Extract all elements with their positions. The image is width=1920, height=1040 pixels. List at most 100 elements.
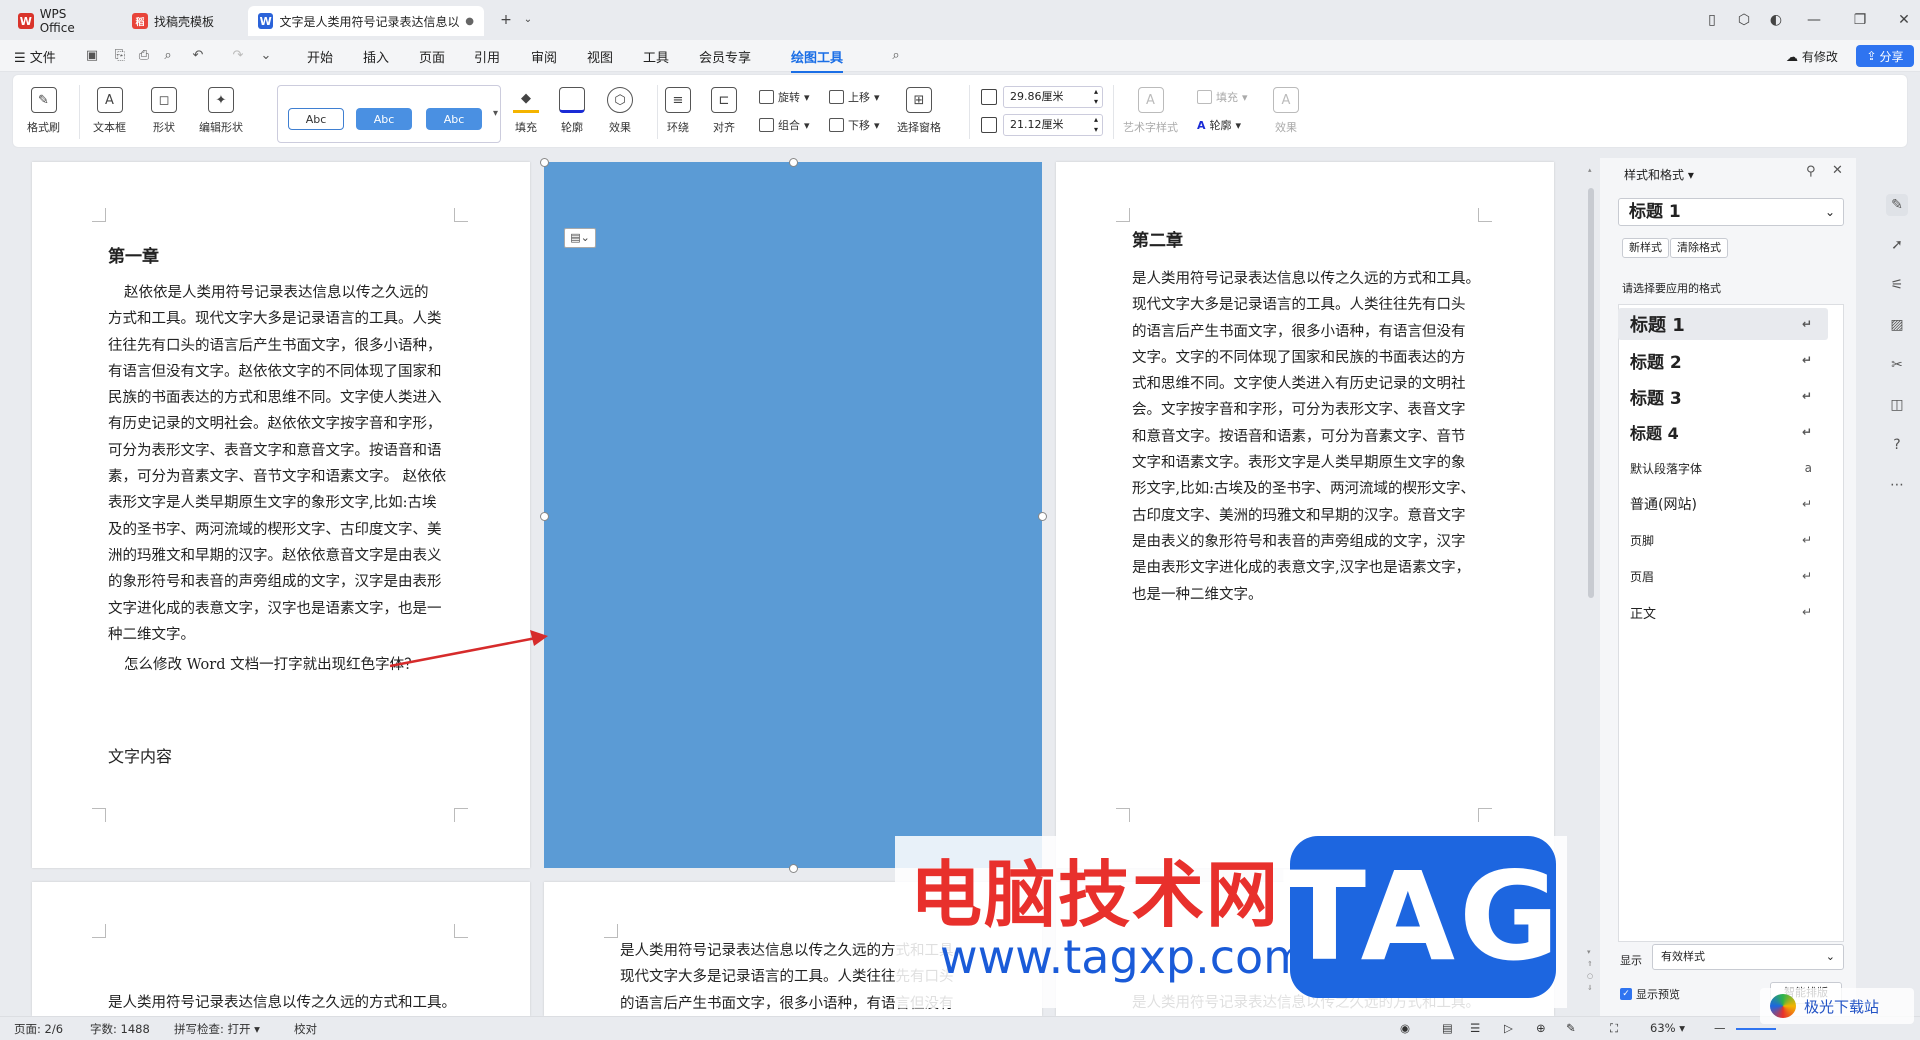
tab-document[interactable]: W 文字是人类用符号记录表达信息以 ● xyxy=(248,6,484,36)
scroll-nav-icons[interactable]: ▾ ⇑ ○ ⇓ xyxy=(1587,946,1593,994)
new-style-button[interactable]: 新样式 xyxy=(1622,238,1669,258)
spell-check-status[interactable]: 拼写检查: 打开 ▾ xyxy=(174,1021,260,1037)
search-icon[interactable]: ⌕ xyxy=(888,48,904,64)
style-item-normal-web[interactable]: 普通(网站) ↵ xyxy=(1618,488,1828,520)
width-stepper-icon[interactable]: ▴ ▾ xyxy=(1094,87,1098,107)
resize-handle[interactable] xyxy=(540,158,549,167)
height-stepper-icon[interactable]: ▴ ▾ xyxy=(1094,115,1098,135)
scrollbar-thumb[interactable] xyxy=(1588,188,1594,598)
zoom-out-icon[interactable]: — xyxy=(1714,1021,1726,1035)
wrap-button[interactable]: ≡ 环绕 xyxy=(665,87,691,135)
style-sample-outline[interactable]: Abc xyxy=(288,108,344,130)
redo-icon[interactable]: ↷ xyxy=(230,48,246,64)
gallery-expand-icon[interactable]: ▾ xyxy=(493,108,498,119)
text-effect-button[interactable]: A 效果 xyxy=(1273,87,1299,135)
panel-title[interactable]: 样式和格式 ▾ xyxy=(1624,166,1694,183)
cube-icon[interactable]: ⬡ xyxy=(1734,10,1754,30)
restore-icon[interactable]: ❐ xyxy=(1850,10,1870,30)
document-page-1[interactable]: 第一章 赵依依是人类用符号记录表达信息以传之久远的 方式和工具。现代文字大多是记… xyxy=(32,162,530,868)
vertical-scrollbar[interactable]: ▴ ▾ ⇑ ○ ⇓ xyxy=(1586,158,1596,1016)
eye-icon[interactable]: ◉ xyxy=(1400,1021,1410,1035)
shape-button[interactable]: ◻ 形状 xyxy=(151,87,177,135)
body-paragraph[interactable]: 是人类用符号记录表达信息以传之久远的方式和工具。 现代文字大多是记录语言的工具。… xyxy=(1132,266,1512,608)
new-tab-icon[interactable]: + xyxy=(496,10,516,30)
zoom-slider[interactable] xyxy=(1736,1028,1776,1030)
page-indicator[interactable]: 页面: 2/6 xyxy=(14,1021,63,1037)
menu-references[interactable]: 引用 xyxy=(474,47,500,66)
tab-list-chevron-icon[interactable]: ⌄ xyxy=(518,10,538,30)
style-item-heading-4[interactable]: 标题 4 ↵ xyxy=(1618,416,1828,448)
close-panel-icon[interactable]: ✕ xyxy=(1832,163,1843,178)
export-icon[interactable]: ⎘ xyxy=(112,48,128,64)
layout-options-icon[interactable]: ▤⌄ xyxy=(564,228,596,248)
menu-member[interactable]: 会员专享 xyxy=(699,47,751,66)
effect-button[interactable]: ⬡ 效果 xyxy=(607,87,633,135)
menu-review[interactable]: 审阅 xyxy=(531,47,557,66)
tab-wps-office[interactable]: W WPS Office xyxy=(8,6,114,36)
text-fill-button[interactable]: 填充 ▾ xyxy=(1197,89,1248,105)
scroll-up-icon[interactable]: ▴ xyxy=(1588,166,1594,174)
resize-handle[interactable] xyxy=(789,158,798,167)
word-count[interactable]: 字数: 1488 xyxy=(90,1021,150,1037)
document-page-4[interactable]: 是人类用符号记录表达信息以传之久远的方式和工具。 xyxy=(32,882,530,1016)
more-quick-icon[interactable]: ⌄ xyxy=(258,48,274,64)
more-icon[interactable]: ⋯ xyxy=(1886,474,1908,496)
pin-icon[interactable]: ⚲ xyxy=(1806,164,1816,179)
chapter-heading[interactable]: 第二章 xyxy=(1132,226,1183,251)
menu-tools[interactable]: 工具 xyxy=(643,47,669,66)
clear-format-button[interactable]: 清除格式 xyxy=(1670,238,1728,258)
fill-button[interactable]: ◆ 填充 xyxy=(513,87,539,135)
print-preview-icon[interactable]: ⌕ xyxy=(160,48,176,64)
resize-handle[interactable] xyxy=(540,512,549,521)
play-icon[interactable]: ▷ xyxy=(1504,1021,1513,1035)
art-text-style-button[interactable]: A 艺术字样式 xyxy=(1123,87,1178,135)
write-mode-icon[interactable]: ✎ xyxy=(1566,1021,1576,1035)
undo-icon[interactable]: ↶ xyxy=(190,48,206,64)
text-box-button[interactable]: A 文本框 xyxy=(93,87,126,135)
send-backward-button[interactable]: 下移 ▾ xyxy=(829,117,880,133)
bring-forward-button[interactable]: 上移 ▾ xyxy=(829,89,880,105)
help-icon[interactable]: ? xyxy=(1886,434,1908,456)
style-item-header[interactable]: 页眉 ↵ xyxy=(1618,560,1828,592)
group-button[interactable]: 组合 ▾ xyxy=(759,117,810,133)
text-line[interactable]: 是人类用符号记录表达信息以传之久远的方式和工具。 xyxy=(108,990,456,1016)
resize-handle[interactable] xyxy=(1038,512,1047,521)
menu-start[interactable]: 开始 xyxy=(307,47,333,66)
style-sample-fill[interactable]: Abc xyxy=(356,108,412,130)
select-cursor-icon[interactable]: ➚ xyxy=(1886,234,1908,256)
share-button[interactable]: ⇪ 分享 xyxy=(1856,45,1914,67)
resize-handle[interactable] xyxy=(789,864,798,873)
minimize-icon[interactable]: — xyxy=(1804,10,1824,30)
menu-drawing-tools[interactable]: 绘图工具 xyxy=(791,47,844,73)
menu-page[interactable]: 页面 xyxy=(419,47,445,66)
zoom-level[interactable]: 63% ▾ xyxy=(1650,1021,1685,1035)
outline-view-icon[interactable]: ☰ xyxy=(1470,1021,1480,1035)
web-view-icon[interactable]: ⊕ xyxy=(1536,1021,1546,1035)
style-sample-fill-2[interactable]: Abc xyxy=(426,108,482,130)
style-item-heading-1[interactable]: 标题 1 ↵ xyxy=(1618,308,1828,340)
fit-page-icon[interactable]: ⛶ xyxy=(1610,1021,1618,1036)
page-view-icon[interactable]: ▤ xyxy=(1442,1021,1453,1035)
save-icon[interactable]: ▣ xyxy=(84,48,100,64)
align-button[interactable]: ⊏ 对齐 xyxy=(711,87,737,135)
style-pen-icon[interactable]: ✎ xyxy=(1886,194,1908,216)
image-edit-icon[interactable]: ▨ xyxy=(1886,314,1908,336)
book-icon[interactable]: ◫ xyxy=(1886,394,1908,416)
style-item-body[interactable]: 正文 ↵ xyxy=(1618,596,1828,628)
body-paragraph[interactable]: 赵依依是人类用符号记录表达信息以传之久远的 方式和工具。现代文字大多是记录语言的… xyxy=(108,280,468,678)
outline-button[interactable]: 轮廓 xyxy=(559,87,585,135)
edit-shape-button[interactable]: ✦ 编辑形状 xyxy=(199,87,243,135)
rotate-button[interactable]: 旋转 ▾ xyxy=(759,89,810,105)
avatar[interactable]: ◐ xyxy=(1766,10,1786,30)
proofread-button[interactable]: 校对 xyxy=(294,1021,317,1037)
tab-template[interactable]: 稻 找稿壳模板 xyxy=(122,6,240,36)
width-input[interactable]: 29.86厘米 ▴ ▾ xyxy=(1003,86,1103,108)
chapter-heading[interactable]: 第一章 xyxy=(108,242,159,267)
has-changes-status[interactable]: ☁ 有修改 xyxy=(1786,48,1838,65)
text-outline-button[interactable]: A 轮廓 ▾ xyxy=(1197,117,1241,133)
menu-insert[interactable]: 插入 xyxy=(363,47,389,66)
show-style-select[interactable]: 有效样式 ⌄ xyxy=(1652,944,1844,970)
selection-pane-button[interactable]: ⊞ 选择窗格 xyxy=(897,87,941,135)
height-input[interactable]: 21.12厘米 ▴ ▾ xyxy=(1003,114,1103,136)
style-item-footer[interactable]: 页脚 ↵ xyxy=(1618,524,1828,556)
